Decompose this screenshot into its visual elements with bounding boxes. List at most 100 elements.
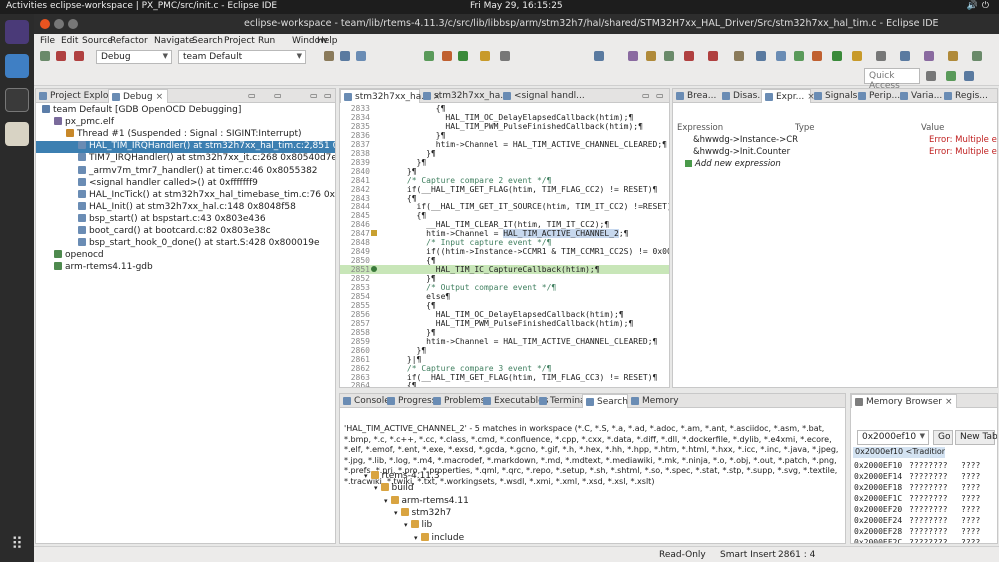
expression-name[interactable]: &hwwdg->Instance->CR [693, 135, 798, 145]
launch-mode-select[interactable]: Debug ▼ [96, 50, 172, 64]
menu-file[interactable]: File [40, 36, 55, 46]
debug-tree-item[interactable]: openocd [36, 250, 335, 262]
memory-value[interactable]: ???????? [909, 538, 948, 543]
memory-value[interactable]: ???????? [909, 505, 948, 514]
memory-address-input[interactable]: 0x2000ef10 ▼ [857, 430, 929, 445]
search-tab-4[interactable]: Terminal [536, 394, 588, 408]
search-tree-item[interactable]: ▾ arm-rtems4.11 [384, 495, 469, 506]
close-tab-icon[interactable]: × [945, 397, 953, 407]
view-menu-icon[interactable]: ▭ [274, 91, 282, 100]
expr-tab-6[interactable]: Regis... [941, 89, 988, 103]
search-tab-2[interactable]: Problems [430, 394, 485, 408]
search-tree-item[interactable]: ▾ stm32h7 [394, 507, 451, 518]
menu-help[interactable]: Help [317, 36, 338, 46]
maximize-window-icon[interactable] [68, 19, 78, 29]
toolbar-button-icon[interactable] [458, 51, 468, 61]
expr-tab-0[interactable]: Brea... [673, 89, 719, 103]
debug-tree-item[interactable]: HAL_TIM_IRQHandler() at stm32h7xx_hal_ti… [36, 141, 335, 154]
cpp-perspective-icon[interactable] [964, 71, 974, 81]
expressions-column-header[interactable]: Value [921, 123, 944, 133]
search-tree-item[interactable]: ▾ include [414, 532, 464, 543]
left-tab-0[interactable]: Project Explorer [36, 89, 121, 103]
expand-arrow-icon[interactable]: ▾ [374, 484, 378, 492]
toolbar-button-icon[interactable] [756, 51, 766, 61]
minimize-icon[interactable]: ▭ [642, 91, 650, 100]
debug-tree-item[interactable]: _armv7m_tmr7_handler() at timer.c:46 0x8… [36, 165, 335, 178]
debug-tree-item[interactable]: TIM7_IRQHandler() at stm32h7xx_it.c:268 … [36, 153, 335, 165]
expr-tab-5[interactable]: Varia... [897, 89, 942, 103]
memory-rendering-tab[interactable]: 0x2000ef10 <Traditional> [853, 447, 945, 458]
menu-project[interactable]: Project [224, 36, 255, 46]
debug-tree-item[interactable]: <signal handler called>() at 0xfffffff9 [36, 177, 335, 190]
memory-value[interactable]: ???????? [909, 527, 948, 536]
toolbar-button-icon[interactable] [480, 51, 490, 61]
menu-source[interactable]: Source [82, 36, 113, 46]
memory-value[interactable]: ???????? [909, 483, 948, 492]
expand-arrow-icon[interactable]: ▾ [414, 534, 418, 542]
toolbar-button-icon[interactable] [876, 51, 886, 61]
close-window-icon[interactable] [40, 19, 50, 29]
debug-tree-item[interactable]: px_pmc.elf [36, 117, 335, 129]
toolbar-button-icon[interactable] [356, 51, 366, 61]
toolbar-button-icon[interactable] [74, 51, 84, 61]
search-tab-3[interactable]: Executables [480, 394, 548, 408]
editor-tab-2[interactable]: <signal handl... [500, 89, 585, 103]
search-tree-item[interactable]: ▾ build [374, 483, 414, 493]
debug-tree-item[interactable]: bsp_start() at bspstart.c:43 0x803e436 [36, 213, 335, 226]
expressions-column-header[interactable]: Type [795, 123, 815, 133]
search-tree-item[interactable]: ▾ lib [404, 520, 432, 530]
show-applications-icon[interactable]: ⠿ [5, 534, 29, 558]
close-tab-icon[interactable]: × [156, 92, 164, 102]
expression-name[interactable]: &hwwdg->Init.Counter [693, 147, 790, 157]
new-tab-button[interactable]: New Tab [955, 430, 997, 445]
toolbar-button-icon[interactable] [324, 51, 334, 61]
toolbar-button-icon[interactable] [424, 51, 434, 61]
minimize-window-icon[interactable] [54, 19, 64, 29]
search-tab-0[interactable]: Console [340, 394, 390, 408]
memory-value[interactable]: ???????? [909, 516, 948, 525]
toolbar-button-icon[interactable] [628, 51, 638, 61]
debug-tree-item[interactable]: Thread #1 (Suspended : Signal : SIGINT:I… [36, 129, 335, 141]
go-button[interactable]: Go [933, 430, 953, 445]
toolbar-button-icon[interactable] [972, 51, 982, 61]
toolbar-button-icon[interactable] [794, 51, 804, 61]
debug-tree-item[interactable]: boot_card() at bootcard.c:82 0x803e38c [36, 226, 335, 238]
terminal-icon[interactable] [5, 88, 29, 112]
toolbar-button-icon[interactable] [594, 51, 604, 61]
debug-tree-item[interactable]: HAL_Init() at stm32h7xx_hal.c:148 0x8048… [36, 201, 335, 214]
debug-perspective-icon[interactable] [946, 71, 956, 81]
quick-access-input[interactable]: Quick Access [864, 68, 920, 91]
expand-arrow-icon[interactable]: ▾ [394, 509, 398, 517]
activities-button[interactable]: Activities [6, 1, 47, 11]
toolbar-button-icon[interactable] [924, 51, 934, 61]
memory-value[interactable]: ???????? [909, 494, 948, 503]
launch-config-select[interactable]: team Default ▼ [178, 50, 306, 64]
expr-tab-2[interactable]: Expr... × [761, 89, 815, 103]
menu-refactor[interactable]: Refactor [110, 36, 148, 46]
expr-tab-3[interactable]: Signals [811, 89, 857, 103]
expressions-column-header[interactable]: Expression [677, 123, 723, 133]
search-tab-5[interactable]: Search× [582, 394, 638, 408]
memory-value[interactable]: ???????? [909, 461, 948, 470]
menu-run[interactable]: Run [258, 36, 275, 46]
expand-arrow-icon[interactable]: ▾ [404, 521, 408, 529]
add-expression-button[interactable]: Add new expression [695, 159, 781, 169]
toolbar-button-icon[interactable] [900, 51, 910, 61]
toolbar-button-icon[interactable] [500, 51, 510, 61]
toolbar-button-icon[interactable] [340, 51, 350, 61]
toolbar-button-icon[interactable] [948, 51, 958, 61]
collapse-all-icon[interactable]: ▭ [248, 91, 256, 100]
toolbar-button-icon[interactable] [776, 51, 786, 61]
search-tab-1[interactable]: Progress [384, 394, 436, 408]
toolbar-button-icon[interactable] [442, 51, 452, 61]
toolbar-button-icon[interactable] [852, 51, 862, 61]
debug-tree-item[interactable]: bsp_start_hook_0_done() at start.S:428 0… [36, 238, 335, 250]
files-icon[interactable] [5, 54, 29, 78]
search-tab-6[interactable]: Memory [628, 394, 679, 408]
search-tree-item[interactable]: ▾ rtems-4.11.3 [364, 471, 440, 481]
expr-tab-1[interactable]: Disas... [719, 89, 766, 103]
memory-value[interactable]: ???????? [909, 472, 948, 481]
toolbar-button-icon[interactable] [56, 51, 66, 61]
menu-search[interactable]: Search [192, 36, 223, 46]
maximize-icon[interactable]: ▭ [656, 91, 664, 100]
